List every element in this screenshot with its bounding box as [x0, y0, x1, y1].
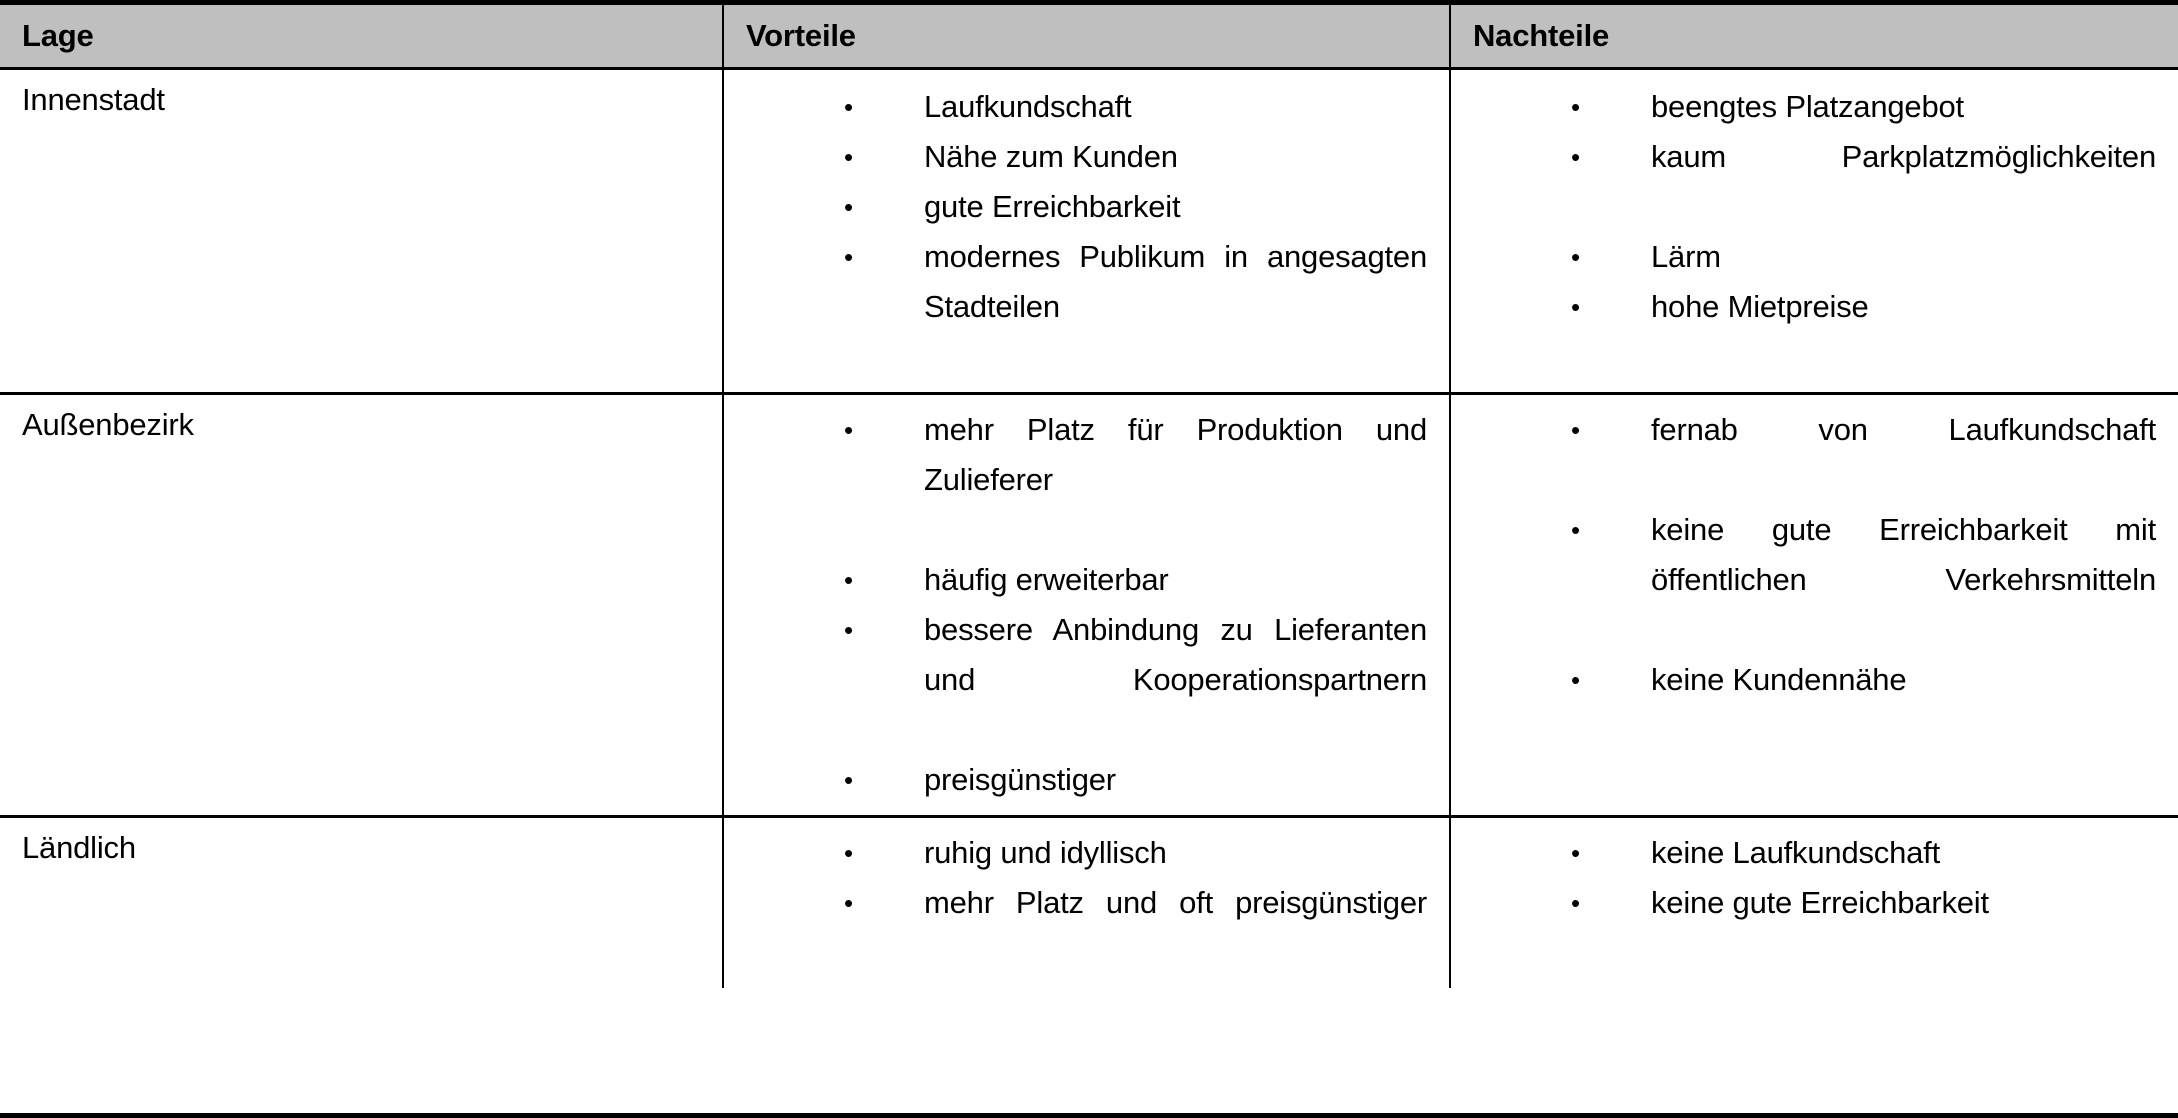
- list-item-label: gute Erreichbarkeit: [924, 188, 1181, 224]
- list-item: preisgünstiger: [844, 755, 1427, 805]
- column-header-nachteile: Nachteile: [1450, 5, 2178, 70]
- list-item: keine Kundennähe: [1571, 655, 2156, 705]
- table-row: Außenbezirk mehr Platz für Produktion und…: [0, 393, 2178, 818]
- cell-vorteile: mehr Platz für Produktion und Zulieferer…: [723, 393, 1451, 818]
- bullet-list-vorteile: ruhig und idyllisch mehr Platz und oft pr…: [724, 818, 1449, 988]
- list-item: keine gute Erreichbarkeit mit öffentlich…: [1571, 505, 2156, 655]
- list-item-label: preisgünstiger: [924, 761, 1116, 797]
- cell-vorteile: ruhig und idyllisch mehr Platz und oft pr…: [723, 816, 1451, 988]
- table-row: Innenstadt Laufkundschaft Nähe zum Kunden g…: [0, 68, 2178, 395]
- list-item: häufig erweiterbar: [844, 555, 1427, 605]
- list-item-label: keine gute Erreichbarkeit mit öffentlich…: [1651, 511, 2156, 597]
- cell-nachteile: beengtes Platzangebot kaum Parkplatzmögli…: [1450, 68, 2178, 395]
- cell-lage: Ländlich: [0, 816, 724, 988]
- list-item: gute Erreichbarkeit: [844, 182, 1427, 232]
- list-item-label: keine Kundennähe: [1651, 661, 1907, 697]
- cell-lage: Außenbezirk: [0, 393, 724, 818]
- list-item: bessere Anbindung zu Lieferanten und Koo…: [844, 605, 1427, 755]
- list-item: beengtes Platzangebot: [1571, 82, 2156, 132]
- list-item: modernes Publikum in angesagten Stadteil…: [844, 232, 1427, 382]
- list-item: mehr Platz und oft preisgünstiger: [844, 878, 1427, 978]
- list-item: kaum Parkplatzmöglichkeiten: [1571, 132, 2156, 232]
- column-header-lage: Lage: [0, 5, 724, 70]
- cell-nachteile: keine Laufkundschaft keine gute Erreichba…: [1450, 816, 2178, 988]
- lage-label: Außenbezirk: [22, 406, 194, 442]
- list-item-label: modernes Publikum in angesagten Stadteil…: [924, 238, 1427, 324]
- list-item-label: mehr Platz für Produktion und Zulieferer: [924, 411, 1427, 497]
- list-item-label: fernab von Laufkundschaft: [1651, 411, 2156, 447]
- list-item-label: Nähe zum Kunden: [924, 138, 1178, 174]
- list-item: keine Laufkundschaft: [1571, 828, 2156, 878]
- list-item: Laufkundschaft: [844, 82, 1427, 132]
- bullet-list-nachteile: fernab von Laufkundschaft keine gute Erre…: [1451, 395, 2178, 715]
- column-header-vorteile: Vorteile: [723, 5, 1451, 70]
- list-item-label: beengtes Platzangebot: [1651, 88, 1964, 124]
- bullet-list-nachteile: keine Laufkundschaft keine gute Erreichba…: [1451, 818, 2178, 938]
- table-header: Lage Vorteile Nachteile: [0, 5, 2178, 70]
- list-item: keine gute Erreichbarkeit: [1571, 878, 2156, 928]
- lage-vorteile-nachteile-table: Lage Vorteile Nachteile Innenstadt Laufku…: [0, 5, 2178, 988]
- list-item: Nähe zum Kunden: [844, 132, 1427, 182]
- comparison-table-container: Lage Vorteile Nachteile Innenstadt Laufku…: [0, 0, 2178, 1118]
- list-item-label: bessere Anbindung zu Lieferanten und Koo…: [924, 611, 1427, 697]
- list-item-label: keine gute Erreichbarkeit: [1651, 884, 1989, 920]
- list-item-label: Laufkundschaft: [924, 88, 1132, 124]
- table-row: Ländlich ruhig und idyllisch mehr Platz un…: [0, 816, 2178, 988]
- list-item-label: hohe Mietpreise: [1651, 288, 1869, 324]
- list-item: fernab von Laufkundschaft: [1571, 405, 2156, 505]
- cell-lage: Innenstadt: [0, 68, 724, 395]
- list-item: Lärm: [1571, 232, 2156, 282]
- cell-vorteile: Laufkundschaft Nähe zum Kunden gute Erreic…: [723, 68, 1451, 395]
- list-item-label: Lärm: [1651, 238, 1721, 274]
- list-item-label: häufig erweiterbar: [924, 561, 1169, 597]
- list-item-label: ruhig und idyllisch: [924, 834, 1167, 870]
- list-item: ruhig und idyllisch: [844, 828, 1427, 878]
- lage-label: Innenstadt: [22, 81, 165, 117]
- list-item: hohe Mietpreise: [1571, 282, 2156, 332]
- list-item-label: keine Laufkundschaft: [1651, 834, 1940, 870]
- list-item: mehr Platz für Produktion und Zulieferer: [844, 405, 1427, 555]
- cell-nachteile: fernab von Laufkundschaft keine gute Erre…: [1450, 393, 2178, 818]
- list-item-label: mehr Platz und oft preisgünstiger: [924, 884, 1427, 920]
- table-header-row: Lage Vorteile Nachteile: [0, 5, 2178, 70]
- bullet-list-vorteile: mehr Platz für Produktion und Zulieferer…: [724, 395, 1449, 815]
- bullet-list-nachteile: beengtes Platzangebot kaum Parkplatzmögli…: [1451, 70, 2178, 342]
- list-item-label: kaum Parkplatzmöglichkeiten: [1651, 138, 2156, 174]
- bullet-list-vorteile: Laufkundschaft Nähe zum Kunden gute Erreic…: [724, 70, 1449, 392]
- table-body: Innenstadt Laufkundschaft Nähe zum Kunden g…: [0, 68, 2178, 988]
- lage-label: Ländlich: [22, 829, 136, 865]
